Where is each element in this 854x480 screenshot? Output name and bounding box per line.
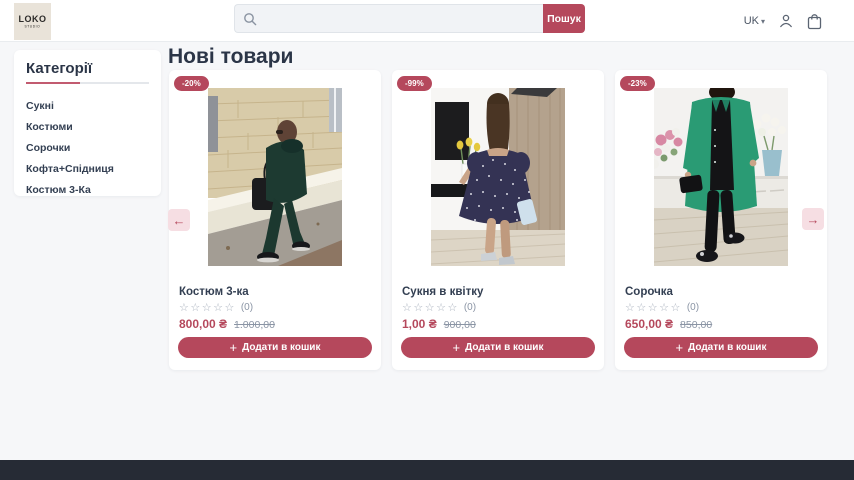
star-rating-icons: ☆☆☆☆☆ (625, 301, 682, 314)
logo-text: LOKO (19, 14, 47, 24)
product-image[interactable] (654, 88, 788, 266)
product-image[interactable] (208, 88, 342, 266)
product-title[interactable]: Сорочка (625, 286, 817, 298)
rating-count: (0) (464, 302, 476, 313)
sidebar-item-sweater-skirt[interactable]: Кофта+Спідниця (26, 159, 149, 180)
header-controls: UK ▾ (744, 0, 822, 42)
product-card: -99% (392, 70, 604, 370)
footer (0, 460, 854, 480)
price-old: 850,00 (680, 319, 712, 331)
add-to-cart-button[interactable]: + Додати в кошик (178, 337, 372, 358)
star-rating-icons: ☆☆☆☆☆ (179, 301, 236, 314)
page-title: Нові товари (168, 45, 293, 69)
sidebar-item-suit-3[interactable]: Костюм 3-Ка (26, 180, 149, 201)
discount-badge: -23% (620, 76, 655, 91)
language-label: UK (744, 15, 759, 27)
search-box[interactable] (234, 4, 543, 33)
add-to-cart-button[interactable]: + Додати в кошик (401, 337, 595, 358)
product-rating: ☆☆☆☆☆ (0) (179, 301, 253, 314)
add-to-cart-label: Додати в кошик (688, 342, 766, 353)
plus-icon: + (676, 341, 684, 354)
price-current: 1,00 ₴ (402, 317, 437, 331)
plus-icon: + (230, 341, 238, 354)
price-old: 1.000,00 (234, 319, 275, 331)
product-price-row: 800,00 ₴ 1.000,00 (179, 317, 275, 331)
product-image[interactable] (431, 88, 565, 266)
add-to-cart-label: Додати в кошик (465, 342, 543, 353)
cart-bag-icon[interactable] (807, 13, 822, 30)
product-rating: ☆☆☆☆☆ (0) (402, 301, 476, 314)
product-price-row: 1,00 ₴ 900,00 (402, 317, 476, 331)
language-selector[interactable]: UK ▾ (744, 15, 765, 27)
logo[interactable]: LOKO STUDIO (14, 3, 51, 40)
slider-next-arrow-icon[interactable]: → (802, 208, 824, 230)
add-to-cart-button[interactable]: + Додати в кошик (624, 337, 818, 358)
sidebar-item-suits[interactable]: Костюми (26, 116, 149, 137)
search-button[interactable]: Пошук (543, 4, 585, 33)
sidebar-item-shirts[interactable]: Сорочки (26, 137, 149, 158)
price-current: 650,00 ₴ (625, 317, 673, 331)
rating-count: (0) (687, 302, 699, 313)
search-icon (243, 12, 257, 26)
chevron-down-icon: ▾ (761, 17, 765, 26)
star-rating-icons: ☆☆☆☆☆ (402, 301, 459, 314)
sidebar-item-dresses[interactable]: Сукні (26, 95, 149, 116)
discount-badge: -20% (174, 76, 209, 91)
product-title[interactable]: Костюм 3-ка (179, 286, 371, 298)
search-input[interactable] (263, 13, 543, 25)
slider-prev-arrow-icon[interactable]: ← (168, 209, 190, 231)
plus-icon: + (453, 341, 461, 354)
product-rating: ☆☆☆☆☆ (0) (625, 301, 699, 314)
header: LOKO STUDIO Пошук UK ▾ (0, 0, 854, 42)
add-to-cart-label: Додати в кошик (242, 342, 320, 353)
product-title[interactable]: Сукня в квітку (402, 286, 594, 298)
categories-panel: Категорії Сукні Костюми Сорочки Кофта+Сп… (14, 50, 161, 196)
price-current: 800,00 ₴ (179, 317, 227, 331)
category-list: Сукні Костюми Сорочки Кофта+Спідниця Кос… (26, 95, 149, 201)
user-icon[interactable] (778, 13, 794, 29)
product-price-row: 650,00 ₴ 850,00 (625, 317, 712, 331)
discount-badge: -99% (397, 76, 432, 91)
product-card: -23% (615, 70, 827, 370)
search-bar: Пошук (234, 4, 585, 33)
logo-subtext: STUDIO (25, 25, 41, 28)
product-card: -20% (169, 70, 381, 370)
rating-count: (0) (241, 302, 253, 313)
price-old: 900,00 (444, 319, 476, 331)
categories-divider (26, 82, 149, 84)
categories-title: Категорії (26, 60, 149, 77)
